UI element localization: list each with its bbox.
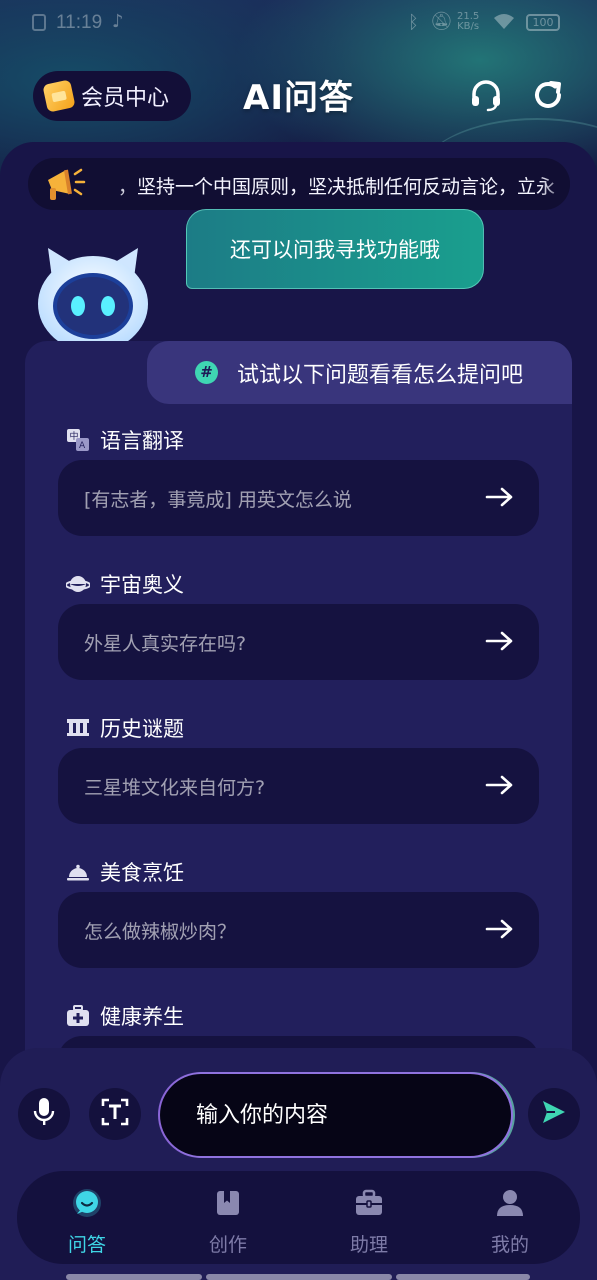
tiktok-icon: ♪ bbox=[112, 11, 124, 32]
tab-label: 问答 bbox=[67, 1234, 106, 1256]
tab-create[interactable]: 创作 bbox=[178, 1184, 278, 1264]
network-speed: 21.5 KB/s bbox=[457, 12, 479, 32]
message-input-field[interactable] bbox=[194, 1101, 511, 1129]
user-icon bbox=[495, 1188, 525, 1218]
category-title-label: 美食烹饪 bbox=[100, 861, 184, 885]
chat-icon bbox=[72, 1188, 102, 1218]
arrow-right-icon bbox=[485, 774, 515, 796]
sim-icon bbox=[32, 14, 46, 31]
tab-assistant[interactable]: 助理 bbox=[319, 1184, 419, 1264]
notice-text: ，坚持一个中国原则，坚决抵制任何反动言论，立永 bbox=[118, 176, 556, 198]
text-format-icon bbox=[101, 1098, 129, 1130]
tab-label: 我的 bbox=[490, 1234, 529, 1256]
gesture-indicator bbox=[396, 1274, 530, 1280]
refresh-icon[interactable] bbox=[531, 78, 565, 112]
arrow-right-icon bbox=[485, 486, 515, 508]
mute-bell-icon: 🔕︎ bbox=[430, 11, 453, 32]
gesture-indicator bbox=[206, 1274, 392, 1280]
suggestions-header-label: 试试以下问题看看怎么提问吧 bbox=[237, 362, 524, 388]
arrow-right-icon bbox=[485, 918, 515, 940]
category-title-universe: 宇宙奥义 bbox=[65, 569, 184, 599]
category-title-label: 语言翻译 bbox=[100, 429, 184, 453]
notice-banner[interactable]: ，坚持一个中国原则，坚决抵制任何反动言论，立永 bbox=[28, 158, 570, 210]
battery-indicator: 100 bbox=[526, 14, 560, 31]
tab-mine[interactable]: 我的 bbox=[460, 1184, 560, 1264]
tab-label: 助理 bbox=[349, 1234, 388, 1256]
status-bar: 11:19 ♪ ᛒ 🔕︎ 21.5 KB/s 100 bbox=[0, 0, 597, 46]
microphone-icon bbox=[33, 1097, 55, 1131]
briefcase-icon bbox=[354, 1188, 384, 1218]
gesture-indicator bbox=[66, 1274, 202, 1280]
svg-text:A: A bbox=[79, 441, 86, 451]
question-text: 怎么做辣椒炒肉？ bbox=[84, 920, 237, 943]
send-icon bbox=[541, 1099, 567, 1129]
page-title: AI问答 bbox=[243, 78, 354, 118]
status-time: 11:19 bbox=[56, 12, 103, 33]
suggestions-header: # 试试以下问题看看怎么提问吧 bbox=[147, 341, 572, 404]
category-title-label: 历史谜题 bbox=[100, 717, 184, 741]
category-title-translation: 中A 语言翻译 bbox=[66, 425, 184, 455]
history-icon bbox=[66, 716, 90, 740]
arrow-right-icon bbox=[485, 630, 515, 652]
svg-text:中: 中 bbox=[70, 430, 79, 442]
question-row-translation[interactable]: [有志者，事竟成] 用英文怎么说 bbox=[58, 460, 539, 536]
robot-mascot-avatar bbox=[34, 242, 152, 356]
food-cloche-icon bbox=[66, 860, 90, 884]
question-row-universe[interactable]: 外星人真实存在吗? bbox=[58, 604, 539, 680]
planet-icon bbox=[65, 572, 91, 596]
network-speed-unit: KB/s bbox=[457, 21, 480, 32]
category-title-label: 宇宙奥义 bbox=[100, 573, 184, 597]
category-title-history: 历史谜题 bbox=[66, 713, 184, 743]
send-button[interactable] bbox=[528, 1088, 580, 1140]
customer-service-headset-icon[interactable] bbox=[469, 78, 503, 112]
tab-label: 创作 bbox=[208, 1234, 247, 1256]
wifi-icon bbox=[492, 12, 516, 35]
bot-greeting-bubble: 还可以问我寻找功能哦 bbox=[186, 209, 484, 289]
translate-icon: 中A bbox=[66, 428, 90, 452]
category-title-food: 美食烹饪 bbox=[66, 857, 184, 887]
megaphone-icon bbox=[40, 160, 88, 208]
book-icon bbox=[213, 1188, 243, 1218]
voice-input-button[interactable] bbox=[18, 1088, 70, 1140]
hashtag-icon: # bbox=[195, 361, 218, 384]
bluetooth-icon: ᛒ bbox=[408, 12, 419, 33]
question-text: 三星堆文化来自何方? bbox=[84, 776, 266, 799]
message-input[interactable] bbox=[160, 1074, 511, 1156]
question-row-food[interactable]: 怎么做辣椒炒肉？ bbox=[58, 892, 539, 968]
text-mode-button[interactable] bbox=[89, 1088, 141, 1140]
category-title-health: 健康养生 bbox=[66, 1001, 184, 1031]
question-text: 外星人真实存在吗? bbox=[84, 632, 247, 655]
category-title-label: 健康养生 bbox=[100, 1005, 184, 1029]
question-text: [有志者，事竟成] 用英文怎么说 bbox=[84, 488, 352, 511]
medical-kit-icon bbox=[66, 1004, 90, 1028]
question-row-history[interactable]: 三星堆文化来自何方? bbox=[58, 748, 539, 824]
tab-qa[interactable]: 问答 bbox=[37, 1184, 137, 1264]
